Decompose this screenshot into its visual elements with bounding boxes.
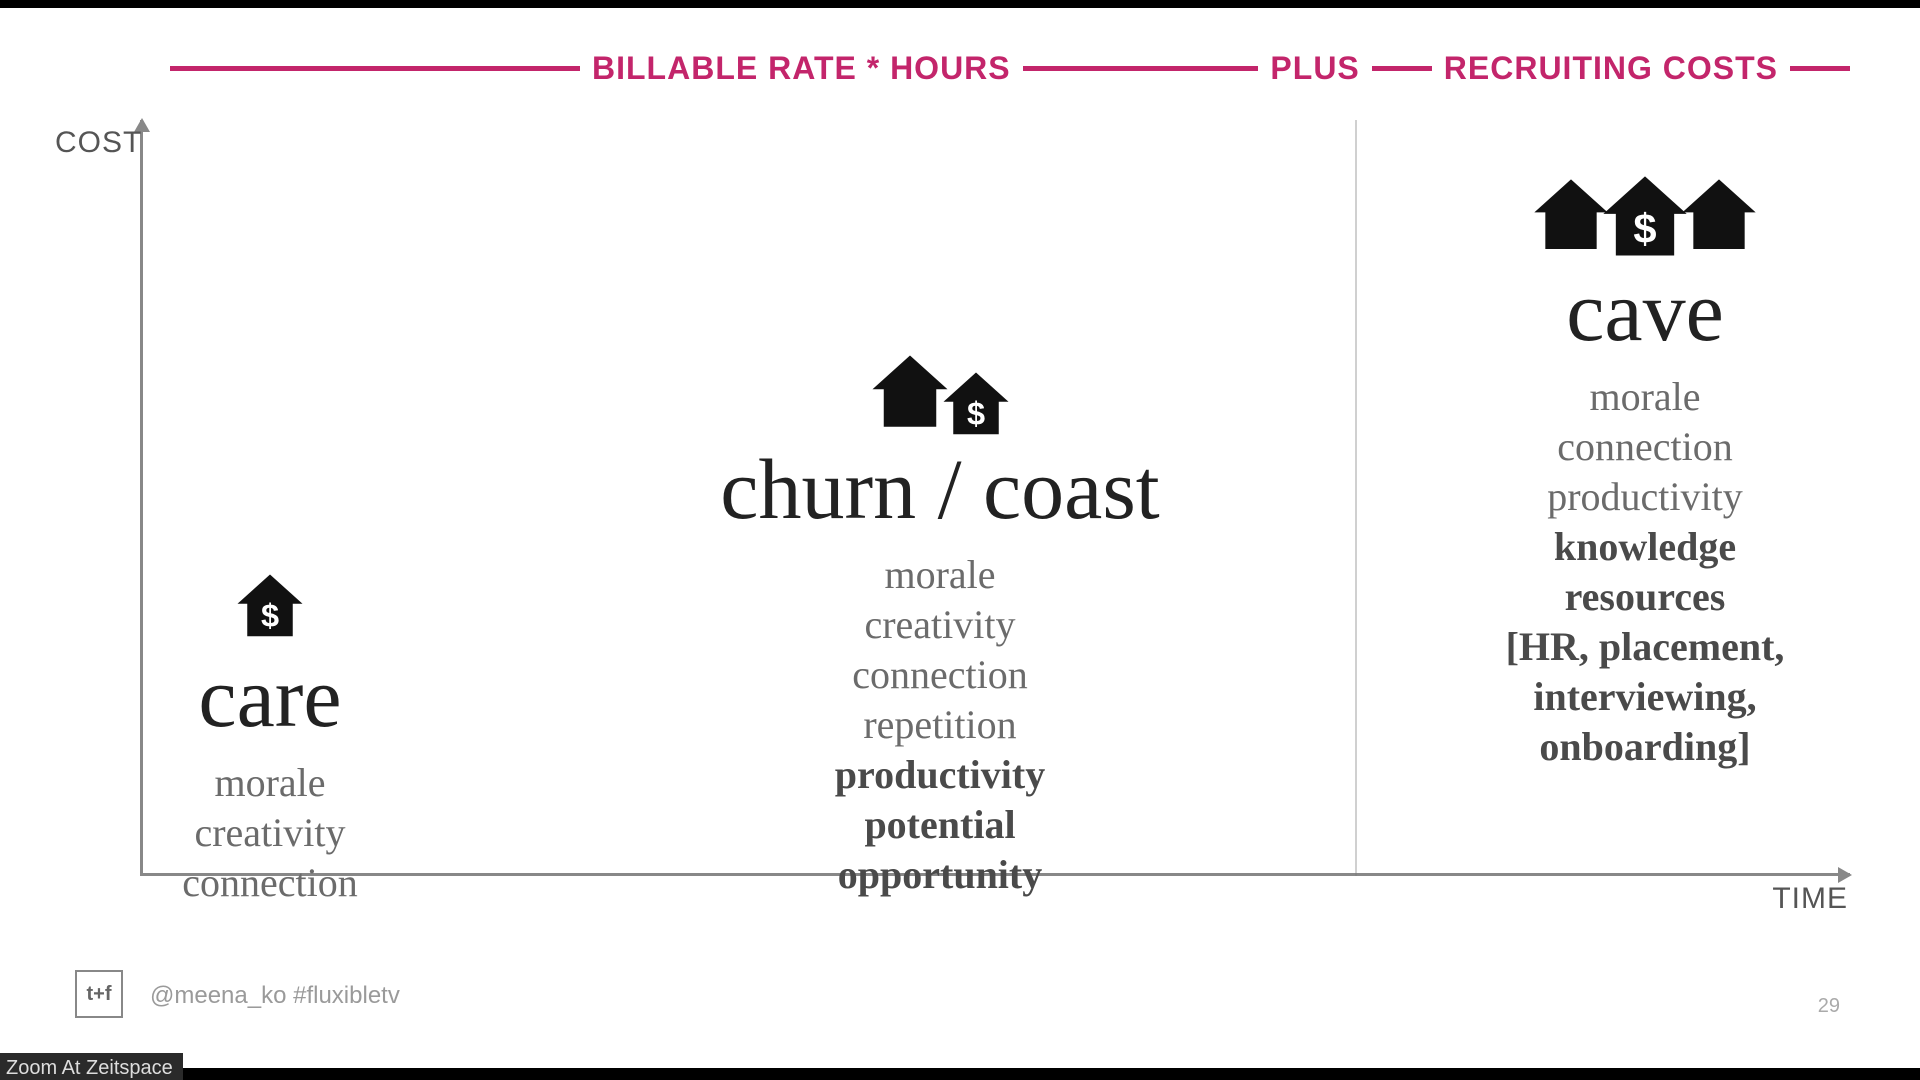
list-item: creativity [155, 808, 385, 858]
list-item: opportunity [590, 850, 1290, 900]
rule [1023, 66, 1259, 71]
footer-handle: @meena_ko #fluxibletv [150, 982, 400, 1010]
list-item: connection [590, 650, 1290, 700]
list-item: connection [1470, 422, 1820, 472]
house-dollar-icon: $ [155, 568, 385, 646]
footer-logo: t+f [75, 970, 123, 1018]
svg-text:$: $ [1633, 205, 1656, 252]
cluster-care: $ care moralecreativityconnection [155, 568, 385, 908]
y-axis [140, 120, 143, 876]
top-label-recruiting: RECRUITING COSTS [1432, 50, 1790, 87]
svg-text:$: $ [261, 598, 279, 634]
list-item: interviewing, [1470, 672, 1820, 722]
section-divider [1355, 120, 1357, 876]
svg-text:$: $ [967, 396, 985, 432]
cluster-list: moraleconnectionproductivityknowledgeres… [1470, 372, 1820, 772]
top-label-billable: BILLABLE RATE * HOURS [580, 50, 1023, 87]
list-item: morale [1470, 372, 1820, 422]
list-item: potential [590, 800, 1290, 850]
cluster-title: cave [1470, 268, 1820, 354]
list-item: productivity [590, 750, 1290, 800]
list-item: morale [155, 758, 385, 808]
top-bar: BILLABLE RATE * HOURS PLUS RECRUITING CO… [170, 50, 1850, 87]
y-axis-label: COST [55, 126, 142, 160]
cluster-churn-coast: $ churn / coast moralecreativityconnecti… [590, 348, 1290, 900]
cluster-title: care [155, 654, 385, 740]
rule [170, 66, 580, 71]
rule [1790, 66, 1850, 71]
list-item: connection [155, 858, 385, 908]
list-item: resources [1470, 572, 1820, 622]
list-item: [HR, placement, [1470, 622, 1820, 672]
list-item: morale [590, 550, 1290, 600]
cluster-cave: $ cave moraleconnectionproductivityknowl… [1470, 168, 1820, 772]
cluster-title: churn / coast [590, 446, 1290, 532]
house-dollar-icon: $ [1470, 168, 1820, 260]
house-dollar-icon: $ [590, 348, 1290, 438]
rule [1372, 66, 1432, 71]
x-axis-label: TIME [1772, 882, 1848, 916]
list-item: creativity [590, 600, 1290, 650]
list-item: productivity [1470, 472, 1820, 522]
list-item: onboarding] [1470, 722, 1820, 772]
list-item: repetition [590, 700, 1290, 750]
top-label-plus: PLUS [1258, 50, 1371, 87]
page-number: 29 [1818, 995, 1840, 1018]
slide: BILLABLE RATE * HOURS PLUS RECRUITING CO… [0, 8, 1920, 1068]
list-item: knowledge [1470, 522, 1820, 572]
watermark: Zoom At Zeitspace [0, 1053, 183, 1080]
cluster-list: moralecreativityconnection [155, 758, 385, 908]
cluster-list: moralecreativityconnectionrepetitionprod… [590, 550, 1290, 900]
